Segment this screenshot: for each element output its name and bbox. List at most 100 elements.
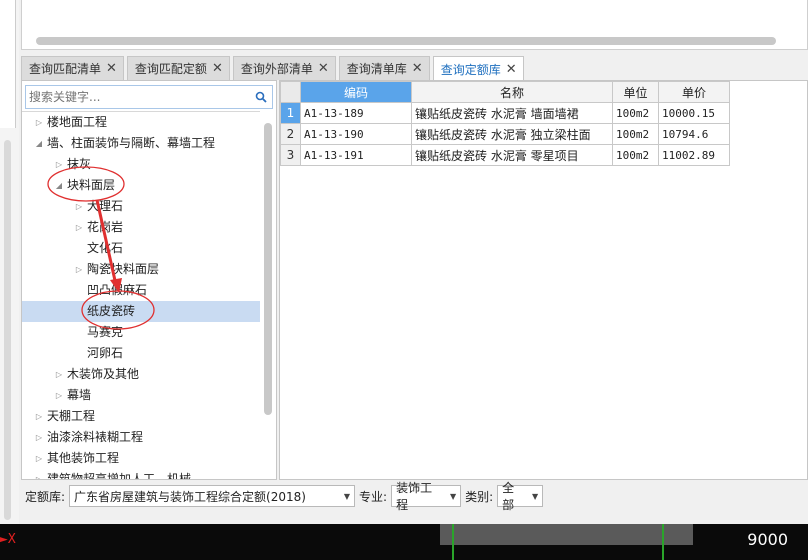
category-tree: ▷ 楼地面工程 ◢ 墙、柱面装饰与隔断、幕墙工程 ▷ 抹灰 ◢ 块料面层 ▷ 大理石 ▷ 花岗岩 文化石… <box>22 111 260 479</box>
tab-1[interactable]: 查询匹配定额 ✕ <box>126 56 230 80</box>
expand-icon[interactable]: ▷ <box>34 406 44 427</box>
tree-node[interactable]: 纸皮瓷砖 <box>22 301 260 322</box>
expand-icon[interactable]: ▷ <box>54 385 64 406</box>
tab-label: 查询外部清单 <box>240 62 313 76</box>
collapse-icon[interactable]: ◢ <box>34 133 44 154</box>
expand-icon[interactable]: ▷ <box>54 364 64 385</box>
major-label: 专业: <box>359 489 388 504</box>
tree-node-label: 大理石 <box>87 199 124 213</box>
quota-table: 编码 名称 单位 单价 1 A1-13-189 镶贴纸皮瓷砖 水泥膏 墙面墙裙 100… <box>280 81 730 166</box>
search-input[interactable] <box>26 87 250 107</box>
tree-node-label: 抹灰 <box>67 157 92 171</box>
tab-label: 查询匹配定额 <box>134 62 207 76</box>
code-cell[interactable]: A1-13-190 <box>300 123 412 145</box>
column-header-name[interactable]: 名称 <box>411 81 613 103</box>
price-cell[interactable]: 10794.6 <box>658 123 730 145</box>
expand-icon[interactable]: ▷ <box>34 469 44 479</box>
name-cell[interactable]: 镶贴纸皮瓷砖 水泥膏 墙面墙裙 <box>411 102 613 124</box>
tree-node[interactable]: 凹凸假麻石 <box>22 280 260 301</box>
price-cell[interactable]: 11002.89 <box>658 144 730 166</box>
horizontal-scrollbar[interactable] <box>36 37 776 45</box>
unit-cell[interactable]: 100m2 <box>612 123 659 145</box>
price-cell[interactable]: 10000.15 <box>658 102 730 124</box>
collapse-icon[interactable]: ◢ <box>54 175 64 196</box>
unit-cell[interactable]: 100m2 <box>612 144 659 166</box>
tree-node[interactable]: ▷ 花岗岩 <box>22 217 260 238</box>
left-vertical-scrollbar[interactable] <box>4 140 11 520</box>
tab-3[interactable]: 查询清单库 ✕ <box>338 56 430 80</box>
column-header-code[interactable]: 编码 <box>300 81 412 103</box>
column-header-unit[interactable]: 单位 <box>612 81 659 103</box>
unit-cell[interactable]: 100m2 <box>612 102 659 124</box>
expand-icon[interactable]: ▷ <box>74 196 84 217</box>
major-value: 装饰工程 <box>396 481 433 512</box>
close-icon[interactable]: ✕ <box>212 62 223 75</box>
tree-node-label: 纸皮瓷砖 <box>87 304 136 318</box>
quota-lib-select[interactable]: 广东省房屋建筑与装饰工程综合定额(2018) ▼ <box>69 485 356 507</box>
expand-icon[interactable]: ▷ <box>74 217 84 238</box>
expand-icon[interactable]: ▷ <box>34 448 44 469</box>
close-icon[interactable]: ✕ <box>318 62 329 75</box>
tree-node-label: 凹凸假麻石 <box>87 283 148 297</box>
tree-node[interactable]: ▷ 天棚工程 <box>22 406 260 427</box>
tree-node-label: 块料面层 <box>67 178 116 192</box>
name-cell[interactable]: 镶贴纸皮瓷砖 水泥膏 独立梁柱面 <box>411 123 613 145</box>
tree-node-label: 幕墙 <box>67 388 92 402</box>
tree-node[interactable]: ▷ 陶瓷块料面层 <box>22 259 260 280</box>
search-icon[interactable] <box>250 86 272 108</box>
table-header-row: 编码 名称 单位 单价 <box>280 81 730 103</box>
major-select[interactable]: 装饰工程 ▼ <box>391 481 462 512</box>
code-cell[interactable]: A1-13-191 <box>300 144 412 166</box>
tree-node[interactable]: ▷ 油漆涂料裱糊工程 <box>22 427 260 448</box>
tab-2[interactable]: 查询外部清单 ✕ <box>232 56 336 80</box>
tree-node[interactable]: ▷ 楼地面工程 <box>22 112 260 133</box>
table-row[interactable]: 1 A1-13-189 镶贴纸皮瓷砖 水泥膏 墙面墙裙 100m2 10000.15 <box>280 102 730 124</box>
category-label: 类别: <box>465 489 494 504</box>
tab-4[interactable]: 查询定额库 ✕ <box>432 56 524 81</box>
status-green-line-left <box>452 524 454 560</box>
quota-lib-value: 广东省房屋建筑与装饰工程综合定额(2018) <box>74 489 306 504</box>
table-row[interactable]: 2 A1-13-190 镶贴纸皮瓷砖 水泥膏 独立梁柱面 100m2 10794.6 <box>280 123 730 145</box>
tree-node-label: 油漆涂料裱糊工程 <box>47 430 144 444</box>
tree-node[interactable]: 文化石 <box>22 238 260 259</box>
column-header-price[interactable]: 单价 <box>658 81 730 103</box>
tree-node[interactable]: ◢ 墙、柱面装饰与隔断、幕墙工程 <box>22 133 260 154</box>
expand-icon[interactable]: ▷ <box>74 259 84 280</box>
tree-node[interactable]: 河卵石 <box>22 343 260 364</box>
tab-label: 查询匹配清单 <box>29 62 102 76</box>
tree-node[interactable]: ▷ 大理石 <box>22 196 260 217</box>
row-number-cell[interactable]: 2 <box>280 123 301 145</box>
tree-node-label: 建筑物超高增加人工、机械 <box>47 472 192 479</box>
row-number-cell[interactable]: 3 <box>280 144 301 166</box>
tree-node[interactable]: 马赛克 <box>22 322 260 343</box>
tree-node-label: 墙、柱面装饰与隔断、幕墙工程 <box>47 136 216 150</box>
left-side-strip <box>0 0 19 524</box>
name-cell[interactable]: 镶贴纸皮瓷砖 水泥膏 零星项目 <box>411 144 613 166</box>
expand-icon[interactable]: ▷ <box>54 154 64 175</box>
row-number-cell[interactable]: 1 <box>280 102 301 124</box>
tree-node[interactable]: ▷ 抹灰 <box>22 154 260 175</box>
status-gray-block <box>440 524 693 545</box>
close-icon[interactable]: ✕ <box>106 62 117 75</box>
category-value: 全部 <box>502 481 515 512</box>
close-icon[interactable]: ✕ <box>506 63 517 76</box>
status-x-mark: ►X <box>0 532 16 547</box>
code-cell[interactable]: A1-13-189 <box>300 102 412 124</box>
tree-node[interactable]: ▷ 幕墙 <box>22 385 260 406</box>
expand-icon[interactable]: ▷ <box>34 427 44 448</box>
row-number-header <box>280 81 301 103</box>
upper-panel <box>21 0 808 50</box>
tree-vertical-scrollbar[interactable] <box>264 123 272 415</box>
search-box <box>25 85 273 109</box>
tab-0[interactable]: 查询匹配清单 ✕ <box>21 56 124 80</box>
status-bar: ►X 9000 <box>0 524 808 560</box>
tree-node[interactable]: ▷ 木装饰及其他 <box>22 364 260 385</box>
tree-node[interactable]: ▷ 其他装饰工程 <box>22 448 260 469</box>
category-select[interactable]: 全部 ▼ <box>497 481 544 512</box>
table-row[interactable]: 3 A1-13-191 镶贴纸皮瓷砖 水泥膏 零星项目 100m2 11002.89 <box>280 144 730 166</box>
tree-node[interactable]: ▷建筑物超高增加人工、机械 <box>22 469 260 479</box>
tree-node[interactable]: ◢ 块料面层 <box>22 175 260 196</box>
quota-lib-label: 定额库: <box>25 489 66 504</box>
expand-icon[interactable]: ▷ <box>34 112 44 133</box>
close-icon[interactable]: ✕ <box>412 62 423 75</box>
